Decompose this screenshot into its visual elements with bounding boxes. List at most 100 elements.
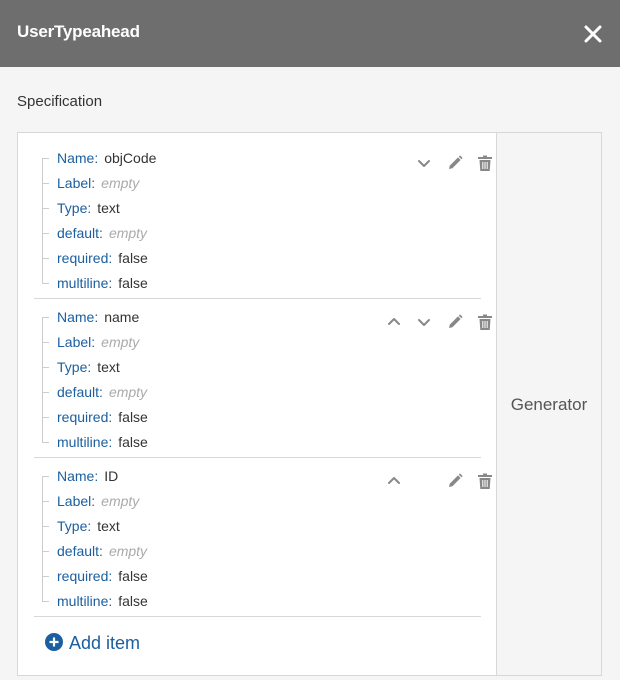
chevron-up-button[interactable]	[384, 471, 404, 491]
chevron-up-button[interactable]	[384, 312, 404, 332]
field-value: false	[118, 434, 148, 450]
pencil-button[interactable]	[445, 153, 465, 173]
field-row: default: empty	[57, 543, 147, 559]
close-icon	[584, 25, 602, 43]
field-row: Label: empty	[57, 493, 139, 509]
field-key: Name:	[57, 309, 99, 325]
add-item-label: Add item	[69, 633, 141, 653]
dialog-titlebar: UserTypeahead	[0, 0, 620, 67]
field-row: Label: empty	[57, 334, 139, 350]
field-row: Name: ID	[57, 468, 118, 484]
field-row: Name: objCode	[57, 150, 156, 166]
field-key: required:	[57, 409, 113, 425]
specification-label: Specification	[17, 93, 103, 110]
pencil-button[interactable]	[445, 312, 465, 332]
tree-line	[42, 317, 43, 442]
field-key: Label:	[57, 175, 96, 191]
tree-line	[42, 476, 43, 601]
field-key: default:	[57, 543, 103, 559]
spec-item: Name: name Label: empty Type: text default: emp…	[34, 306, 492, 465]
item-separator	[34, 457, 481, 458]
chevron-down-icon	[418, 160, 430, 167]
close-button[interactable]	[581, 22, 605, 46]
field-key: multiline:	[57, 275, 113, 291]
pencil-icon	[449, 314, 463, 328]
field-row: Name: name	[57, 309, 139, 325]
field-key: Name:	[57, 468, 99, 484]
trash-button[interactable]	[475, 153, 495, 173]
field-key: multiline:	[57, 434, 113, 450]
tree-branch	[42, 317, 49, 318]
field-row: required: false	[57, 409, 148, 425]
field-value: empty	[101, 493, 140, 509]
field-value: ID	[104, 468, 119, 484]
field-value: empty	[101, 175, 140, 191]
field-key: Type:	[57, 200, 92, 216]
chevron-down-button[interactable]	[414, 312, 434, 332]
field-key: Name:	[57, 150, 99, 166]
field-row: Type: text	[57, 200, 120, 216]
field-key: Label:	[57, 334, 96, 350]
field-row: default: empty	[57, 225, 147, 241]
tree-branch	[42, 258, 49, 259]
chevron-up-icon	[388, 477, 400, 484]
field-row: multiline: false	[57, 434, 148, 450]
spec-item: Name: ID Label: empty Type: text default: empty…	[34, 465, 492, 624]
tree-branch	[42, 233, 49, 234]
field-value: empty	[108, 225, 148, 241]
tree-branch	[42, 417, 49, 418]
field-value: empty	[101, 334, 140, 350]
field-row: Label: empty	[57, 175, 139, 191]
field-value: text	[97, 518, 120, 534]
tree-branch	[42, 342, 49, 343]
field-value: false	[118, 568, 148, 584]
trash-icon	[478, 155, 492, 171]
field-row: Type: text	[57, 359, 120, 375]
field-value: empty	[108, 384, 148, 400]
dialog-title: UserTypeahead	[17, 22, 140, 41]
tree-branch	[42, 576, 49, 577]
generator-label: Generator	[510, 395, 588, 414]
field-row: multiline: false	[57, 593, 148, 609]
field-value: text	[97, 359, 120, 375]
field-row: default: empty	[57, 384, 147, 400]
field-key: required:	[57, 568, 113, 584]
tree-branch	[42, 526, 49, 527]
field-value: empty	[108, 543, 148, 559]
field-row: required: false	[57, 568, 148, 584]
plus-circle-icon	[45, 633, 63, 651]
field-key: multiline:	[57, 593, 113, 609]
specification-container: Add item Name: objCode Label: empty Type: tex…	[17, 132, 602, 676]
tree-branch	[42, 183, 49, 184]
trash-icon	[478, 473, 492, 489]
trash-button[interactable]	[475, 471, 495, 491]
field-key: required:	[57, 250, 113, 266]
specification-panel: Add item Name: objCode Label: empty Type: tex…	[18, 133, 495, 675]
field-key: Label:	[57, 493, 96, 509]
field-value: false	[118, 593, 148, 609]
pencil-icon	[449, 473, 463, 487]
tree-branch	[42, 367, 49, 368]
tree-branch	[42, 158, 49, 159]
field-value: name	[104, 309, 140, 325]
tree-line	[42, 158, 43, 283]
field-key: default:	[57, 384, 103, 400]
pencil-button[interactable]	[445, 471, 465, 491]
tree-branch	[42, 601, 49, 602]
field-key: default:	[57, 225, 103, 241]
field-row: Type: text	[57, 518, 120, 534]
field-value: objCode	[104, 150, 157, 166]
item-separator	[34, 616, 481, 617]
generator-panel[interactable]: Generator	[496, 133, 601, 675]
tree-branch	[42, 392, 49, 393]
trash-button[interactable]	[475, 312, 495, 332]
field-key: Type:	[57, 518, 92, 534]
field-value: false	[118, 409, 148, 425]
trash-icon	[478, 314, 492, 330]
field-value: false	[118, 250, 148, 266]
tree-branch	[42, 551, 49, 552]
chevron-down-button[interactable]	[414, 153, 434, 173]
field-row: required: false	[57, 250, 148, 266]
field-key: Type:	[57, 359, 92, 375]
tree-branch	[42, 476, 49, 477]
